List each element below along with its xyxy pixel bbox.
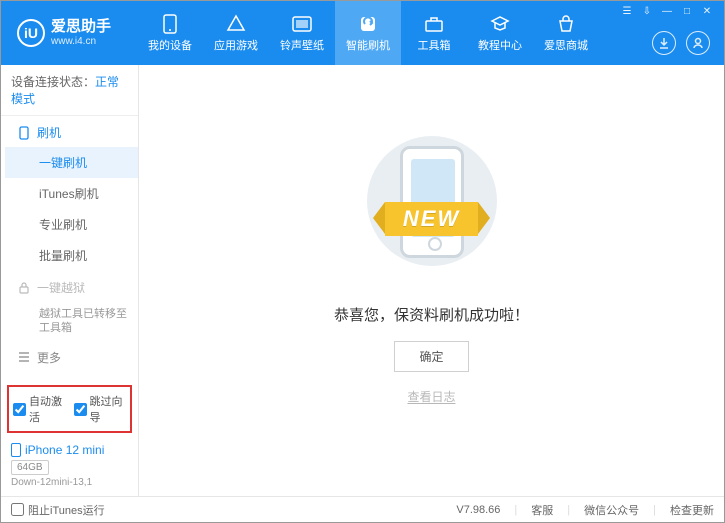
nav-ringtones[interactable]: 铃声壁纸 (269, 1, 335, 65)
sidebar-item-pro-flash[interactable]: 专业刷机 (5, 209, 138, 240)
section-jailbreak[interactable]: 一键越狱 (1, 271, 138, 302)
window-controls: ☰ ⇩ — □ ✕ (620, 4, 714, 18)
section-label: 一键越狱 (37, 279, 85, 296)
device-name[interactable]: iPhone 12 mini (11, 443, 128, 457)
user-button[interactable] (686, 31, 710, 55)
ok-button[interactable]: 确定 (394, 341, 468, 372)
wallpaper-icon (292, 14, 312, 34)
nav-my-device[interactable]: 我的设备 (137, 1, 203, 65)
nav-store[interactable]: 爱思商城 (533, 1, 599, 65)
connection-status: 设备连接状态：正常模式 (1, 65, 138, 116)
nav-smart-flash[interactable]: 智能刷机 (335, 1, 401, 65)
device-model: Down-12mini-13,1 (11, 477, 128, 488)
apps-icon (226, 14, 246, 34)
nav-tutorials[interactable]: 教程中心 (467, 1, 533, 65)
device-info: iPhone 12 mini 64GB Down-12mini-13,1 (1, 437, 138, 496)
nav-label: 我的设备 (148, 37, 192, 53)
logo: iU 爱思助手 www.i4.cn (17, 19, 137, 47)
menu-icon[interactable]: ☰ (620, 4, 634, 18)
flash-icon (358, 14, 378, 34)
version-label: V7.98.66 (456, 504, 500, 516)
main-nav: 我的设备 应用游戏 铃声壁纸 智能刷机 工具箱 教程中心 (137, 1, 599, 65)
footer-link-update[interactable]: 检查更新 (670, 502, 714, 518)
sidebar-tree: 刷机 一键刷机 iTunes刷机 专业刷机 批量刷机 一键越狱 越狱工具已转移至… (1, 116, 138, 381)
nav-label: 智能刷机 (346, 37, 390, 53)
lock-icon (17, 281, 31, 295)
logo-icon: iU (17, 19, 45, 47)
jailbreak-note: 越狱工具已转移至工具箱 (5, 302, 138, 341)
section-more[interactable]: 更多 (1, 341, 138, 372)
title-bar: iU 爱思助手 www.i4.cn 我的设备 应用游戏 铃声壁纸 智能刷机 (1, 1, 724, 65)
nav-toolbox[interactable]: 工具箱 (401, 1, 467, 65)
app-window: iU 爱思助手 www.i4.cn 我的设备 应用游戏 铃声壁纸 智能刷机 (0, 0, 725, 523)
flash-options: 自动激活 跳过向导 (7, 385, 132, 433)
nav-label: 应用游戏 (214, 37, 258, 53)
status-bar: 阻止iTunes运行 V7.98.66 | 客服 | 微信公众号 | 检查更新 (1, 496, 724, 522)
footer-right: V7.98.66 | 客服 | 微信公众号 | 检查更新 (456, 502, 714, 518)
view-log-link[interactable]: 查看日志 (407, 388, 455, 405)
main-content: NEW 恭喜您，保资料刷机成功啦！ 确定 查看日志 (139, 65, 724, 496)
device-storage: 64GB (11, 460, 49, 475)
auto-activate-checkbox[interactable]: 自动激活 (13, 393, 66, 425)
close-icon[interactable]: ✕ (700, 4, 714, 18)
phone-icon (17, 126, 31, 140)
list-icon (17, 350, 31, 364)
success-message: 恭喜您，保资料刷机成功啦！ (334, 304, 529, 325)
sidebar-item-itunes-flash[interactable]: iTunes刷机 (5, 178, 138, 209)
new-badge: NEW (385, 202, 478, 236)
sidebar: 设备连接状态：正常模式 刷机 一键刷机 iTunes刷机 专业刷机 批量刷机 一… (1, 65, 139, 496)
section-flash[interactable]: 刷机 (1, 116, 138, 147)
footer-link-wechat[interactable]: 微信公众号 (584, 502, 639, 518)
nav-label: 教程中心 (478, 37, 522, 53)
sidebar-item-oneclick-flash[interactable]: 一键刷机 (5, 147, 138, 178)
section-label: 更多 (37, 349, 61, 366)
nav-label: 爱思商城 (544, 37, 588, 53)
app-title: 爱思助手 (51, 19, 111, 36)
sidebar-item-batch-flash[interactable]: 批量刷机 (5, 240, 138, 271)
block-itunes-checkbox[interactable]: 阻止iTunes运行 (11, 502, 105, 518)
minimize-icon[interactable]: — (660, 4, 674, 18)
footer-link-support[interactable]: 客服 (531, 502, 553, 518)
nav-apps-games[interactable]: 应用游戏 (203, 1, 269, 65)
phone-icon (160, 14, 180, 34)
lock-icon[interactable]: ⇩ (640, 4, 654, 18)
conn-label: 设备连接状态： (11, 75, 95, 89)
success-illustration: NEW (347, 136, 517, 276)
section-label: 刷机 (37, 124, 61, 141)
download-button[interactable] (652, 31, 676, 55)
body: 设备连接状态：正常模式 刷机 一键刷机 iTunes刷机 专业刷机 批量刷机 一… (1, 65, 724, 496)
store-icon (556, 14, 576, 34)
nav-label: 工具箱 (418, 37, 451, 53)
maximize-icon[interactable]: □ (680, 4, 694, 18)
app-url: www.i4.cn (51, 36, 111, 47)
skip-setup-checkbox[interactable]: 跳过向导 (74, 393, 127, 425)
tutorial-icon (490, 14, 510, 34)
nav-label: 铃声壁纸 (280, 37, 324, 53)
toolbox-icon (424, 14, 444, 34)
sidebar-item-other-tools[interactable]: 其他工具 (5, 372, 138, 381)
